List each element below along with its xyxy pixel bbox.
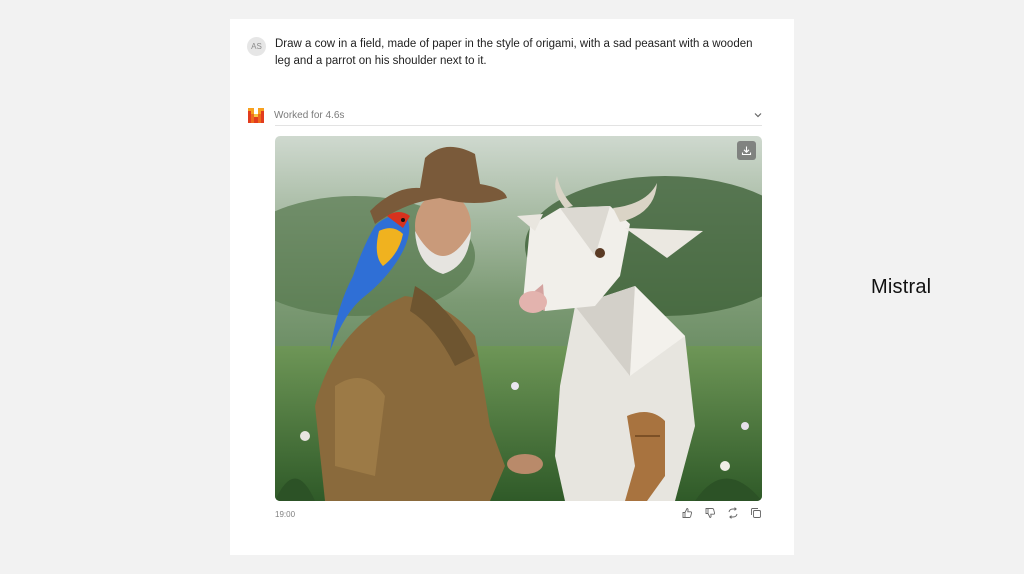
brand-label: Mistral <box>871 276 932 298</box>
message-timestamp: 19:00 <box>275 510 296 519</box>
user-prompt-text: Draw a cow in a field, made of paper in … <box>275 38 753 67</box>
copy-icon[interactable] <box>749 506 763 520</box>
chat-panel: AS Draw a cow in a field, made of paper … <box>230 19 794 555</box>
thumbs-up-icon[interactable] <box>680 506 694 520</box>
divider <box>275 125 762 126</box>
message-actions <box>680 506 763 520</box>
mistral-logo-icon <box>248 107 264 123</box>
regenerate-icon[interactable] <box>726 506 740 520</box>
reasoning-header[interactable]: Worked for 4.6s <box>248 105 764 125</box>
generated-image-illustration <box>275 136 762 501</box>
generated-image[interactable] <box>275 136 762 501</box>
download-icon[interactable] <box>737 141 756 160</box>
worked-duration-label: Worked for 4.6s <box>274 109 345 121</box>
user-message-row: AS Draw a cow in a field, made of paper … <box>247 36 767 70</box>
chevron-down-icon[interactable] <box>752 109 764 121</box>
thumbs-down-icon[interactable] <box>703 506 717 520</box>
user-avatar: AS <box>247 37 266 56</box>
